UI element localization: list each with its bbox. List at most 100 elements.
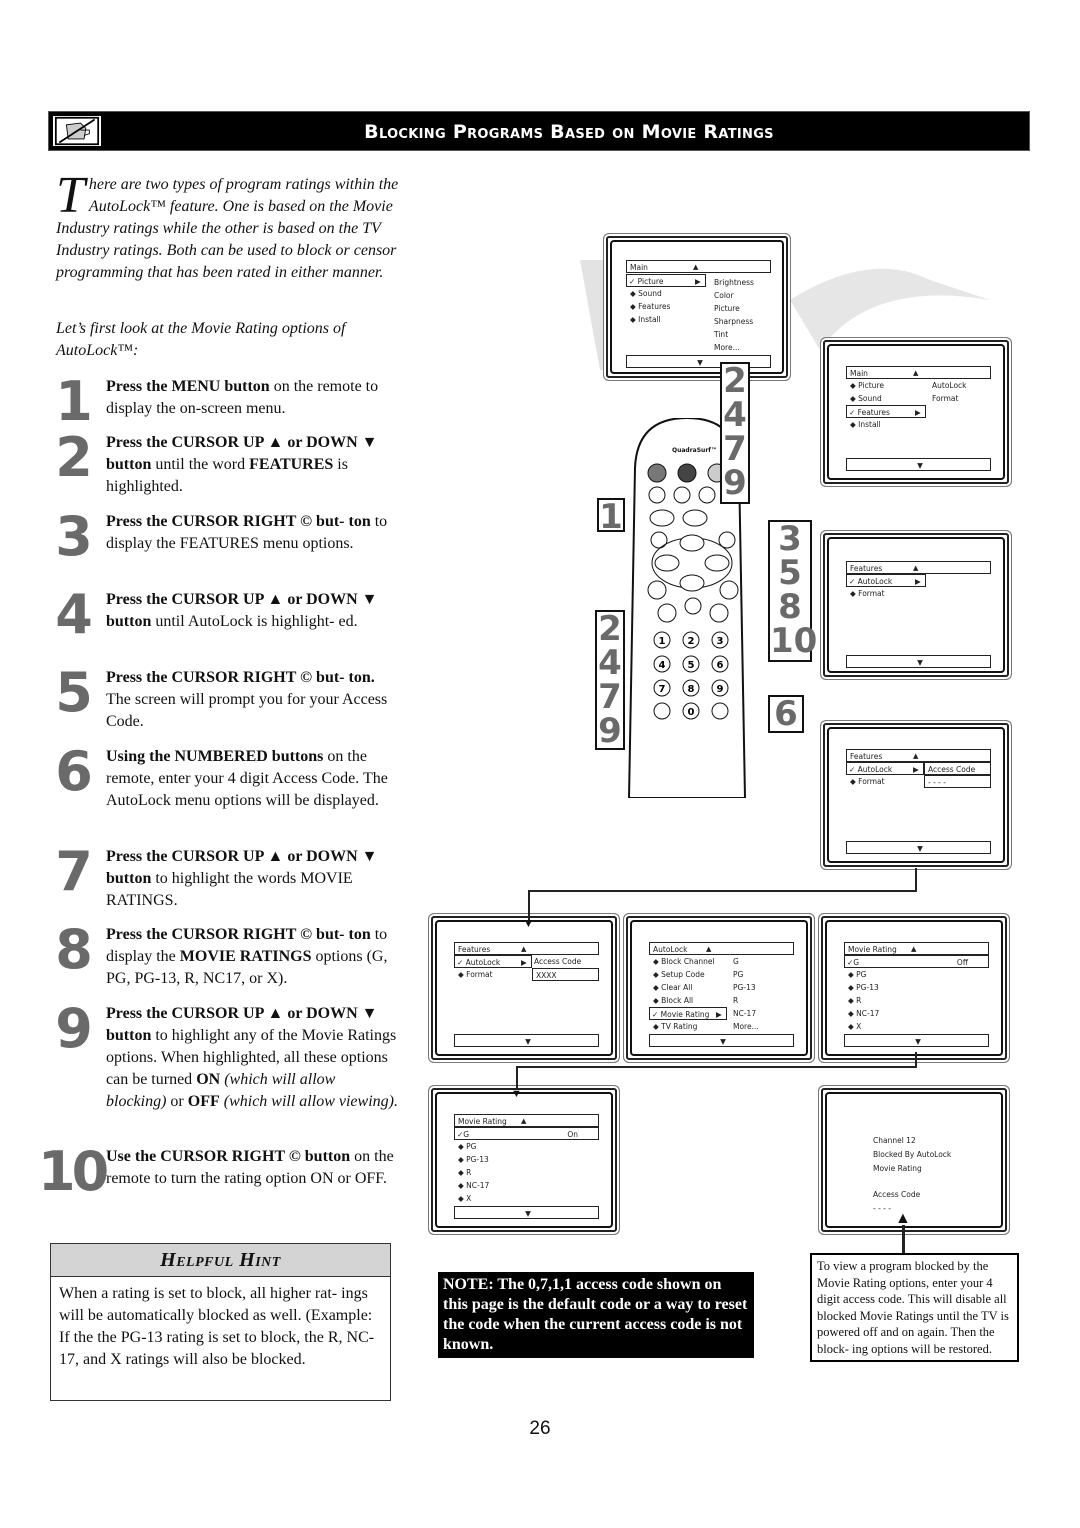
step-6: 6 Using the NUMBERED buttons on the remo…	[48, 744, 398, 812]
menu-item-selected[interactable]: ✓ AutoLock ▶	[454, 955, 532, 968]
menu-item[interactable]: ◆ Setup Code	[653, 968, 705, 981]
tv-screen-movie-rating-off: Movie Rating ▲ ✓G Off ◆ PG ◆ PG-13 ◆ R ◆ N…	[818, 913, 1010, 1063]
submenu-item: PG	[733, 970, 744, 979]
submenu-item: More...	[714, 343, 740, 352]
menu-item[interactable]: ◆ X	[458, 1192, 471, 1205]
remote-brand-label: QuadraSurf™	[672, 447, 717, 454]
submenu-item: Color	[714, 291, 734, 300]
submenu-item: Picture	[714, 304, 740, 313]
menu-item[interactable]: ◆ PG	[848, 968, 867, 981]
menu-item-selected[interactable]: ✓ AutoLock ▶	[846, 762, 924, 775]
access-code-label: Access Code	[873, 1190, 921, 1199]
connector-line	[528, 890, 530, 920]
access-code-label: Access Code	[924, 762, 991, 775]
submenu-item: PG-13	[733, 983, 756, 992]
hint-body: When a rating is set to block, all highe…	[59, 1285, 375, 1368]
menu-item[interactable]: ◆ Format	[850, 775, 885, 788]
menu-item[interactable]: ◆ R	[458, 1166, 471, 1179]
menu-item[interactable]: ◆ Sound	[850, 392, 882, 405]
menu-item[interactable]: ◆ TV Rating	[653, 1020, 697, 1033]
svg-text:5: 5	[688, 660, 695, 671]
submenu-item: G	[733, 957, 739, 966]
arrow-down-icon: ▼	[523, 918, 534, 930]
menu-item-selected[interactable]: ✓ Picture ▶	[626, 274, 706, 287]
down-arrow-icon: ▼	[649, 1034, 794, 1047]
blocked-tv-icon	[51, 114, 103, 148]
step-text: or	[166, 1093, 188, 1110]
blocked-line: Blocked By AutoLock	[873, 1150, 952, 1159]
callout-steps-up: 2 4 7 9	[720, 362, 750, 504]
step-7: 7 Press the CURSOR UP ▲ or DOWN ▼ button…	[48, 844, 398, 912]
down-arrow-icon: ▼	[846, 841, 991, 854]
menu-item[interactable]: ◆ Install	[850, 418, 881, 431]
callout-steps-right: 3 5 8 10	[768, 519, 818, 662]
step-bold: Press the CURSOR RIGHT © but- ton	[106, 513, 371, 530]
menu-item[interactable]: ◆ Block Channel	[653, 955, 715, 968]
callout-step-menu: 1	[597, 498, 625, 534]
down-arrow-icon: ▼	[846, 458, 991, 471]
menu-item[interactable]: ◆ PG-13	[458, 1153, 489, 1166]
tv-screen-main-picture: Main ▲ ✓ Picture ▶ ◆ Sound ◆ Features ◆ In…	[603, 233, 791, 381]
menu-item[interactable]: ◆ Clear All	[653, 981, 692, 994]
menu-item[interactable]: ◆ NC-17	[848, 1007, 879, 1020]
connector-line	[528, 890, 917, 892]
menu-item[interactable]: ◆ Block All	[653, 994, 693, 1007]
svg-text:3: 3	[717, 636, 724, 647]
submenu-item: NC-17	[733, 1009, 757, 1018]
menu-item-selected[interactable]: ✓G Off	[844, 955, 989, 968]
step-3: 3 Press the CURSOR RIGHT © but- ton to d…	[48, 509, 398, 565]
up-arrow-icon: ▲	[913, 369, 919, 377]
step-text: until the word	[151, 456, 250, 473]
connector-line	[516, 1066, 518, 1090]
section-banner: Blocking Programs Based on Movie Ratings	[48, 111, 1030, 151]
tv-screen-access-code-prompt: Features ▲ ✓ AutoLock ▶ ◆ Format Access Co…	[820, 720, 1012, 870]
drop-cap: T	[56, 167, 85, 224]
tv-screen-main-features: Main ▲ ◆ Picture ◆ Sound ✓ Features ▶ ◆ In…	[820, 337, 1012, 487]
step-9: 9 Press the CURSOR UP ▲ or DOWN ▼ button…	[48, 1001, 398, 1113]
svg-text:8: 8	[688, 684, 695, 695]
menu-item[interactable]: ◆ PG	[458, 1140, 477, 1153]
menu-item-selected[interactable]: ✓ Features ▶	[846, 405, 926, 418]
menu-item-selected[interactable]: ✓ Movie Rating ▶	[649, 1007, 727, 1020]
rating-state[interactable]: Off	[957, 956, 968, 969]
access-code-input[interactable]: XXXX	[532, 968, 599, 981]
down-arrow-icon: ▼	[454, 1034, 599, 1047]
rating-state[interactable]: On	[567, 1128, 578, 1141]
connector-line	[902, 1225, 905, 1255]
menu-item[interactable]: ◆ Picture	[850, 379, 884, 392]
down-arrow-icon: ▼	[454, 1206, 599, 1219]
step-number: 4	[55, 583, 93, 646]
step-number: 2	[55, 426, 93, 489]
connector-line	[915, 868, 917, 892]
step-bold: ON	[196, 1071, 221, 1088]
step-number: 3	[55, 505, 93, 568]
step-bold: FEATURES	[249, 456, 334, 473]
menu-item-selected[interactable]: ✓G On	[454, 1127, 599, 1140]
hint-title: Helpful Hint	[51, 1244, 390, 1277]
menu-item[interactable]: ◆ Format	[850, 587, 885, 600]
access-code-input[interactable]: - - - -	[924, 775, 991, 788]
step-5: 5 Press the CURSOR RIGHT © but- ton. The…	[48, 661, 398, 733]
menu-item[interactable]: ◆ Sound	[630, 287, 662, 300]
menu-item[interactable]: ◆ PG-13	[848, 981, 879, 994]
helpful-hint-box: Helpful Hint When a rating is set to blo…	[50, 1243, 391, 1401]
menu-item[interactable]: ◆ Install	[630, 313, 661, 326]
menu-item[interactable]: ◆ NC-17	[458, 1179, 489, 1192]
menu-item[interactable]: ◆ Features	[630, 300, 670, 313]
step-number: 8	[55, 918, 93, 981]
step-text: until AutoLock is highlight- ed.	[151, 613, 358, 630]
step-1: 1 Press the MENU button on the remote to…	[48, 374, 398, 430]
svg-text:2: 2	[688, 636, 695, 647]
step-number: 10	[38, 1140, 109, 1203]
step-number: 5	[55, 661, 93, 724]
access-code-input[interactable]: - - - -	[873, 1202, 891, 1215]
tv-screen-blocked-channel: Channel 12 Blocked By AutoLock Movie Rat…	[818, 1085, 1010, 1235]
up-arrow-icon: ▲	[693, 263, 699, 271]
menu-item[interactable]: ◆ Format	[458, 968, 493, 981]
step-8: 8 Press the CURSOR RIGHT © but- ton to d…	[48, 918, 398, 990]
menu-item-selected[interactable]: ✓ AutoLock ▶	[846, 574, 926, 587]
down-arrow-icon: ▼	[844, 1034, 989, 1047]
step-bold: Using the NUMBERED buttons	[106, 748, 324, 765]
menu-item[interactable]: ◆ R	[848, 994, 861, 1007]
menu-item[interactable]: ◆ X	[848, 1020, 861, 1033]
